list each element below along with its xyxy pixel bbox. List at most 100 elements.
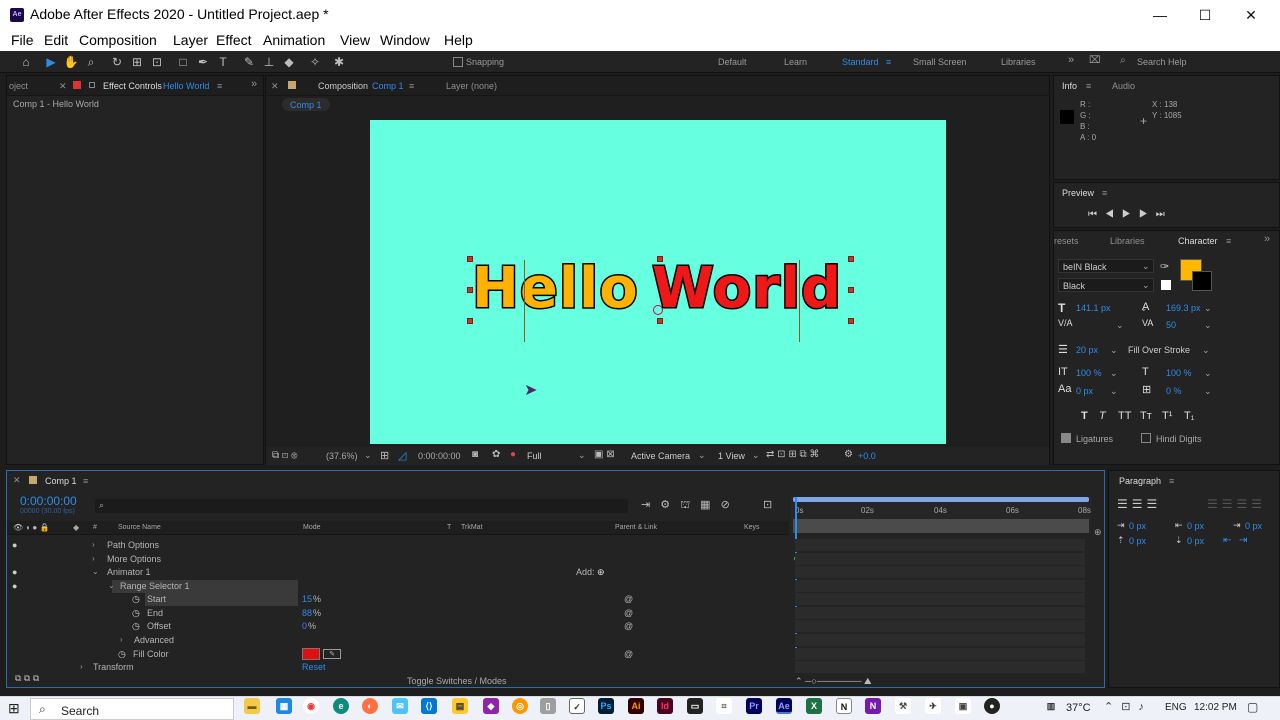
fill-color-swatch[interactable]	[302, 648, 320, 660]
pick-whip-icon[interactable]: @	[624, 649, 633, 659]
chevron-down-icon[interactable]: ⌄	[1204, 386, 1212, 397]
font-family-dropdown[interactable]: beIN Black	[1058, 259, 1154, 273]
property-value[interactable]: 15	[302, 594, 312, 604]
leading-value[interactable]: 169.3 px	[1166, 303, 1201, 313]
roto-brush-tool-icon[interactable]: ✧	[307, 54, 323, 70]
timeline-search-input[interactable]: ⌕	[95, 499, 628, 513]
menu-edit[interactable]: Edit	[44, 32, 68, 48]
list-item[interactable]: ● › Path Options	[8, 539, 790, 552]
white-black-swatch[interactable]	[1160, 279, 1172, 291]
stopwatch-icon[interactable]: ◷	[132, 621, 140, 632]
premiere-icon[interactable]: Pr	[746, 698, 762, 714]
app-icon[interactable]: ⚒	[895, 698, 911, 714]
notifications-icon[interactable]: ▢	[1247, 700, 1258, 714]
anchor-point-icon[interactable]	[653, 305, 663, 315]
snapshot-icon[interactable]: ◙	[472, 449, 478, 460]
onenote-icon[interactable]: N	[865, 698, 881, 714]
tab-effect-layer-name[interactable]: Hello World	[163, 81, 209, 91]
chevron-down-icon[interactable]: ⌄	[1110, 345, 1118, 356]
property-value[interactable]: 88	[302, 608, 312, 618]
expand-arrow-icon[interactable]: ›	[80, 662, 83, 671]
app-icon[interactable]: ✈	[925, 698, 941, 714]
expand-arrow-icon[interactable]: ›	[92, 554, 95, 563]
tab-audio[interactable]: Audio	[1112, 81, 1135, 91]
maximize-button[interactable]: ☐	[1190, 5, 1220, 25]
tab-character[interactable]: Character	[1178, 236, 1218, 246]
track-row[interactable]	[795, 539, 1085, 552]
chevron-down-icon[interactable]: ⌄	[1110, 368, 1118, 379]
hand-tool-icon[interactable]: ✋	[63, 54, 79, 70]
col-t[interactable]: T	[447, 524, 451, 531]
tray-icons[interactable]: ⌃⊡♪	[1104, 700, 1152, 713]
tab-effect-controls[interactable]: Effect Controls	[103, 81, 162, 91]
first-line-indent-value[interactable]: 0 px	[1245, 521, 1262, 531]
file-explorer-icon[interactable]: ▬	[244, 698, 260, 714]
type-tool-icon[interactable]: T	[215, 54, 231, 70]
puppet-tool-icon[interactable]: ✱	[331, 54, 347, 70]
add-icon[interactable]: ⊕	[597, 567, 605, 578]
transform-handle[interactable]	[467, 256, 473, 262]
chevron-down-icon[interactable]: ⌄	[1204, 320, 1212, 331]
tab-libraries[interactable]: Libraries	[1110, 236, 1145, 246]
app-icon[interactable]: ⌗	[716, 698, 732, 714]
exposure-value[interactable]: +0.0	[858, 451, 876, 461]
app-icon[interactable]: ◆	[483, 698, 499, 714]
resolution-dropdown[interactable]: Full	[527, 451, 542, 461]
snapping-checkbox[interactable]	[453, 57, 463, 67]
stroke-width-value[interactable]: 20 px	[1076, 345, 1098, 355]
region-of-interest-icon[interactable]: ▣ ⊠	[594, 449, 615, 460]
text-direction-ltr-icon[interactable]: ⇤	[1223, 535, 1231, 546]
range-end-marker[interactable]	[799, 260, 800, 342]
ligatures-checkbox[interactable]	[1061, 433, 1071, 443]
rotate-tool-icon[interactable]: ↻	[109, 54, 125, 70]
app-icon[interactable]: ▣	[955, 698, 971, 714]
stroke-color-swatch[interactable]	[1192, 271, 1212, 291]
alignment-buttons-icon[interactable]: ☰☰☰	[1117, 497, 1161, 511]
col-source-name[interactable]: Source Name	[118, 524, 161, 531]
mask-visibility-icon[interactable]: ◿	[398, 449, 406, 462]
grid-guides-icon[interactable]: ⊞	[380, 449, 389, 462]
stopwatch-icon[interactable]: ◷	[132, 594, 140, 605]
stroke-mode-dropdown[interactable]: Fill Over Stroke	[1128, 345, 1190, 355]
search-help-input[interactable]: Search Help	[1137, 57, 1187, 67]
exposure-reset-icon[interactable]: ⚙	[844, 449, 853, 460]
panel-menu-icon[interactable]: ≡	[1169, 476, 1174, 486]
transform-handle[interactable]	[848, 318, 854, 324]
stopwatch-icon[interactable]: ◷	[132, 608, 140, 619]
zoom-tool-icon[interactable]: ⌕	[83, 54, 99, 70]
todo-icon[interactable]: ✓	[569, 698, 585, 714]
workspace-standard[interactable]: Standard	[842, 57, 879, 67]
rectangle-tool-icon[interactable]: □	[175, 54, 191, 70]
edge-icon[interactable]: e	[333, 698, 349, 714]
track-row[interactable]	[795, 634, 1085, 647]
close-button[interactable]: ✕	[1236, 5, 1266, 25]
visibility-icon[interactable]: ●	[12, 581, 17, 591]
tab-info[interactable]: Info	[1062, 81, 1077, 91]
tsume-value[interactable]: 0 %	[1166, 386, 1182, 396]
expand-arrow-icon[interactable]: ›	[120, 635, 123, 644]
home-icon[interactable]: ⌂	[18, 54, 34, 70]
list-item[interactable]: ◷ End 88% @	[8, 607, 790, 620]
view-layout-dropdown[interactable]: 1 View	[718, 451, 745, 461]
transform-handle[interactable]	[657, 318, 663, 324]
tab-composition[interactable]: Composition	[318, 81, 368, 91]
chevron-down-icon[interactable]: ⌄	[1204, 368, 1212, 379]
font-size-value[interactable]: 141.1 px	[1076, 303, 1111, 313]
list-item[interactable]: ● ⌄ Animator 1 Add: ⊕	[8, 566, 790, 579]
close-icon[interactable]: ✕	[13, 475, 21, 486]
after-effects-taskbar-icon[interactable]: Ae	[776, 698, 792, 714]
timeline-switch-icons[interactable]: ⇥⚙⛫▦⊘	[641, 498, 740, 513]
panel-menu-icon[interactable]: ≡	[1102, 188, 1107, 198]
track-row[interactable]	[795, 566, 1085, 579]
transform-handle[interactable]	[657, 256, 663, 262]
clone-stamp-tool-icon[interactable]: ⊥	[261, 54, 277, 70]
text-layer-world[interactable]: World	[650, 254, 842, 324]
current-time-display[interactable]: 0:00:00:00	[418, 451, 461, 461]
faux-italic-button[interactable]: T	[1099, 410, 1106, 422]
collapse-arrow-icon[interactable]: ⌄	[108, 581, 115, 590]
workspace-small-screen[interactable]: Small Screen	[913, 57, 967, 67]
menu-file[interactable]: File	[11, 32, 34, 48]
work-area-bar[interactable]	[793, 497, 1089, 502]
collapse-arrow-icon[interactable]: ⌄	[92, 567, 99, 576]
selection-tool-icon[interactable]: ▶	[43, 54, 59, 70]
